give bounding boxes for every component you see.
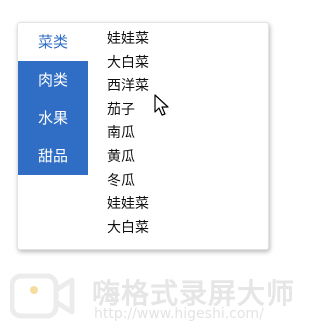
subitem-winter-melon[interactable]: 冬瓜	[107, 170, 149, 194]
watermark: 嗨格式录屏大师 http://www.higeshi.com/	[10, 270, 294, 324]
subitem-watercress[interactable]: 西洋菜	[107, 75, 149, 99]
category-item-dessert[interactable]: 甜品	[18, 137, 88, 175]
category-item-vegetables[interactable]: 菜类	[18, 23, 88, 61]
camera-logo-icon	[10, 273, 75, 319]
category-list: 菜类 肉类 水果 甜品	[18, 23, 88, 175]
arrow-cursor-icon	[154, 94, 169, 116]
subitem-eggplant[interactable]: 茄子	[107, 99, 149, 123]
dropdown-menu-panel: 菜类 肉类 水果 甜品 娃娃菜 大白菜 西洋菜 茄子 南瓜 黄瓜 冬瓜 娃娃菜 …	[17, 22, 269, 250]
subitem-napa-cabbage-2[interactable]: 大白菜	[107, 217, 149, 241]
subitem-list: 娃娃菜 大白菜 西洋菜 茄子 南瓜 黄瓜 冬瓜 娃娃菜 大白菜	[107, 28, 149, 240]
watermark-url: http://www.higeshi.com/	[94, 306, 264, 322]
subitem-baby-cabbage-2[interactable]: 娃娃菜	[107, 193, 149, 217]
subitem-cucumber[interactable]: 黄瓜	[107, 146, 149, 170]
subitem-napa-cabbage[interactable]: 大白菜	[107, 52, 149, 76]
category-item-fruit[interactable]: 水果	[18, 99, 88, 137]
subitem-pumpkin[interactable]: 南瓜	[107, 122, 149, 146]
subitem-baby-cabbage[interactable]: 娃娃菜	[107, 28, 149, 52]
category-item-meat[interactable]: 肉类	[18, 61, 88, 99]
